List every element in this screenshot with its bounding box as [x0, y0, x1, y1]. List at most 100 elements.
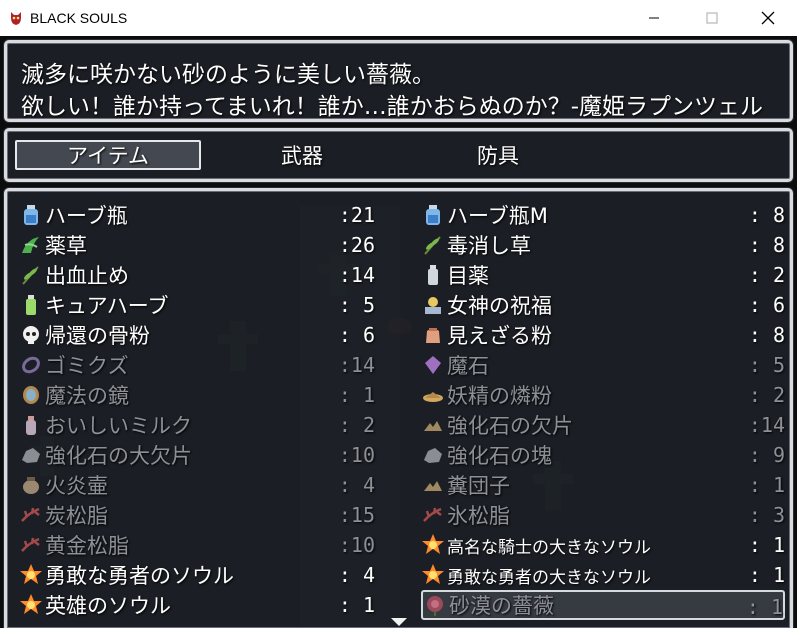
soul-icon — [422, 564, 444, 584]
item-count: : 4 — [338, 563, 375, 587]
item-row[interactable]: 妖精の燐粉: 2 — [421, 380, 785, 410]
item-row[interactable]: 出血止め:14 — [19, 260, 375, 290]
item-row[interactable]: ゴミクズ:14 — [19, 350, 375, 380]
shards-icon — [424, 481, 442, 491]
tab-weapons[interactable]: 武器 — [207, 140, 397, 170]
item-row[interactable]: 魔法の鏡 : 1 — [19, 380, 375, 410]
item-count: :14 — [748, 413, 785, 437]
item-name: 糞団子 — [447, 474, 510, 498]
item-name: キュアハーブ — [45, 294, 169, 318]
close-button[interactable] — [739, 0, 797, 36]
item-row[interactable]: 炭松脂:15 — [19, 500, 375, 530]
item-row[interactable]: 見えざる粉: 8 — [421, 320, 785, 350]
item-count: :26 — [338, 233, 375, 257]
item-count: : 1 — [748, 533, 785, 557]
skull-icon — [23, 326, 39, 344]
blessing-icon — [425, 297, 441, 314]
item-name: 黄金松脂 — [45, 534, 129, 558]
item-name: ハーブ瓶 — [45, 204, 128, 228]
maximize-icon — [706, 12, 718, 24]
item-name: おいしいミルク — [45, 414, 192, 438]
soul-icon — [20, 564, 42, 584]
soul-icon — [20, 594, 42, 614]
item-row[interactable]: 帰還の骨粉: 6 — [19, 320, 375, 350]
item-row[interactable]: 高名な騎士の大きなソウル : 1 — [421, 530, 785, 560]
item-count: : 6 — [338, 323, 375, 347]
item-row[interactable]: ハーブ瓶 :21 — [19, 200, 375, 230]
item-list-window: ハーブ瓶:21 薬草:26 出血止め:14 キュアハーブ: 5 帰還の骨粉: 6 ゴミクズ… — [4, 188, 793, 628]
item-row[interactable]: 火炎壷: 4 — [19, 470, 375, 500]
minimize-icon — [649, 17, 659, 19]
herb-sprig-icon — [22, 266, 39, 285]
item-row[interactable]: 強化石の塊 : 9 — [421, 440, 785, 470]
item-row[interactable]: 勇敢な勇者の大きなソウル: 1 — [421, 560, 785, 590]
resin-icon — [423, 507, 442, 522]
item-count: :15 — [338, 503, 375, 527]
vial-icon — [428, 265, 438, 285]
item-name: 目薬 — [447, 264, 489, 288]
pot-icon — [23, 477, 39, 494]
gem-icon — [425, 356, 441, 374]
powder-bag-icon — [426, 328, 440, 343]
item-row[interactable]: キュアハーブ : 5 — [19, 290, 375, 320]
item-row[interactable]: ハーブ瓶M: 8 — [421, 200, 785, 230]
item-count: :14 — [338, 263, 375, 287]
item-count: : 2 — [748, 383, 785, 407]
title-bar: BLACK SOULS — [0, 0, 797, 36]
item-count: : 1 — [338, 383, 375, 407]
item-name: 毒消し草 — [447, 234, 531, 258]
item-row[interactable]: 英雄のソウル: 1 — [19, 590, 375, 620]
milk-bottle-icon — [26, 416, 36, 435]
item-row[interactable]: 薬草 :26 — [19, 230, 375, 260]
item-name: 見えざる粉 — [447, 324, 552, 348]
item-row[interactable]: 魔石: 5 — [421, 350, 785, 380]
app-icon — [11, 12, 21, 25]
item-name: 勇敢な勇者のソウル — [45, 564, 234, 588]
item-row[interactable]: 強化石の欠片 :14 — [421, 410, 785, 440]
item-name: 高名な騎士の大きなソウル — [447, 537, 651, 558]
item-count: :21 — [338, 203, 375, 227]
item-count: :10 — [338, 533, 375, 557]
item-row[interactable]: 毒消し草: 8 — [421, 230, 785, 260]
green-vial-icon — [26, 295, 36, 315]
rope-icon — [22, 356, 40, 374]
item-name: 強化石の欠片 — [447, 414, 573, 438]
item-count: : 4 — [338, 473, 375, 497]
item-row[interactable]: 黄金松脂 :10 — [19, 530, 375, 560]
item-name: 魔法の鏡 — [45, 384, 129, 408]
item-name: 勇敢な勇者の大きなソウル — [447, 567, 651, 588]
item-name: 砂漠の薔薇 — [449, 594, 554, 618]
item-row[interactable]: 勇敢な勇者のソウル : 4 — [19, 560, 375, 590]
item-row[interactable]: 女神の祝福: 6 — [421, 290, 785, 320]
window-title: BLACK SOULS — [30, 10, 128, 26]
item-name: ゴミクズ — [45, 354, 129, 378]
item-count: : 2 — [748, 263, 785, 287]
item-count: : 5 — [338, 293, 375, 317]
item-count: : 9 — [748, 443, 785, 467]
item-row[interactable]: 氷松脂 : 3 — [421, 500, 785, 530]
item-name: 薬草 — [45, 234, 87, 258]
close-icon — [761, 11, 775, 25]
maximize-button[interactable] — [683, 0, 741, 36]
item-row[interactable]: 目薬 : 2 — [421, 260, 785, 290]
resin-icon — [21, 507, 40, 522]
selected-item-row[interactable]: 砂漠の薔薇: 1 — [421, 590, 785, 620]
item-row[interactable]: 糞団子: 1 — [421, 470, 785, 500]
help-text-line-2: 欲しい！誰か持ってまいれ！誰か…誰かおらぬのか？-魔姫ラプンツェル — [21, 94, 763, 120]
bottle-icon — [426, 205, 440, 225]
soul-icon — [422, 534, 444, 554]
item-row[interactable]: おいしいミルク: 2 — [19, 410, 375, 440]
item-name: 女神の祝福 — [447, 294, 552, 318]
tab-armor[interactable]: 防具 — [403, 140, 593, 170]
stone-icon — [424, 448, 442, 463]
item-name: 強化石の塊 — [447, 444, 552, 468]
item-name: 魔石 — [447, 354, 489, 378]
item-count: : 3 — [748, 503, 785, 527]
help-window: 滅多に咲かない砂のように美しい薔薇。 欲しい！誰か持ってまいれ！誰か…誰かおらぬ… — [4, 40, 793, 122]
tab-items[interactable]: アイテム — [15, 140, 201, 170]
item-name: 氷松脂 — [447, 504, 510, 528]
scroll-down-arrow-icon[interactable] — [390, 617, 408, 627]
item-row[interactable]: 強化石の大欠片:10 — [19, 440, 375, 470]
minimize-button[interactable] — [625, 0, 683, 36]
item-name: 英雄のソウル — [45, 594, 171, 618]
